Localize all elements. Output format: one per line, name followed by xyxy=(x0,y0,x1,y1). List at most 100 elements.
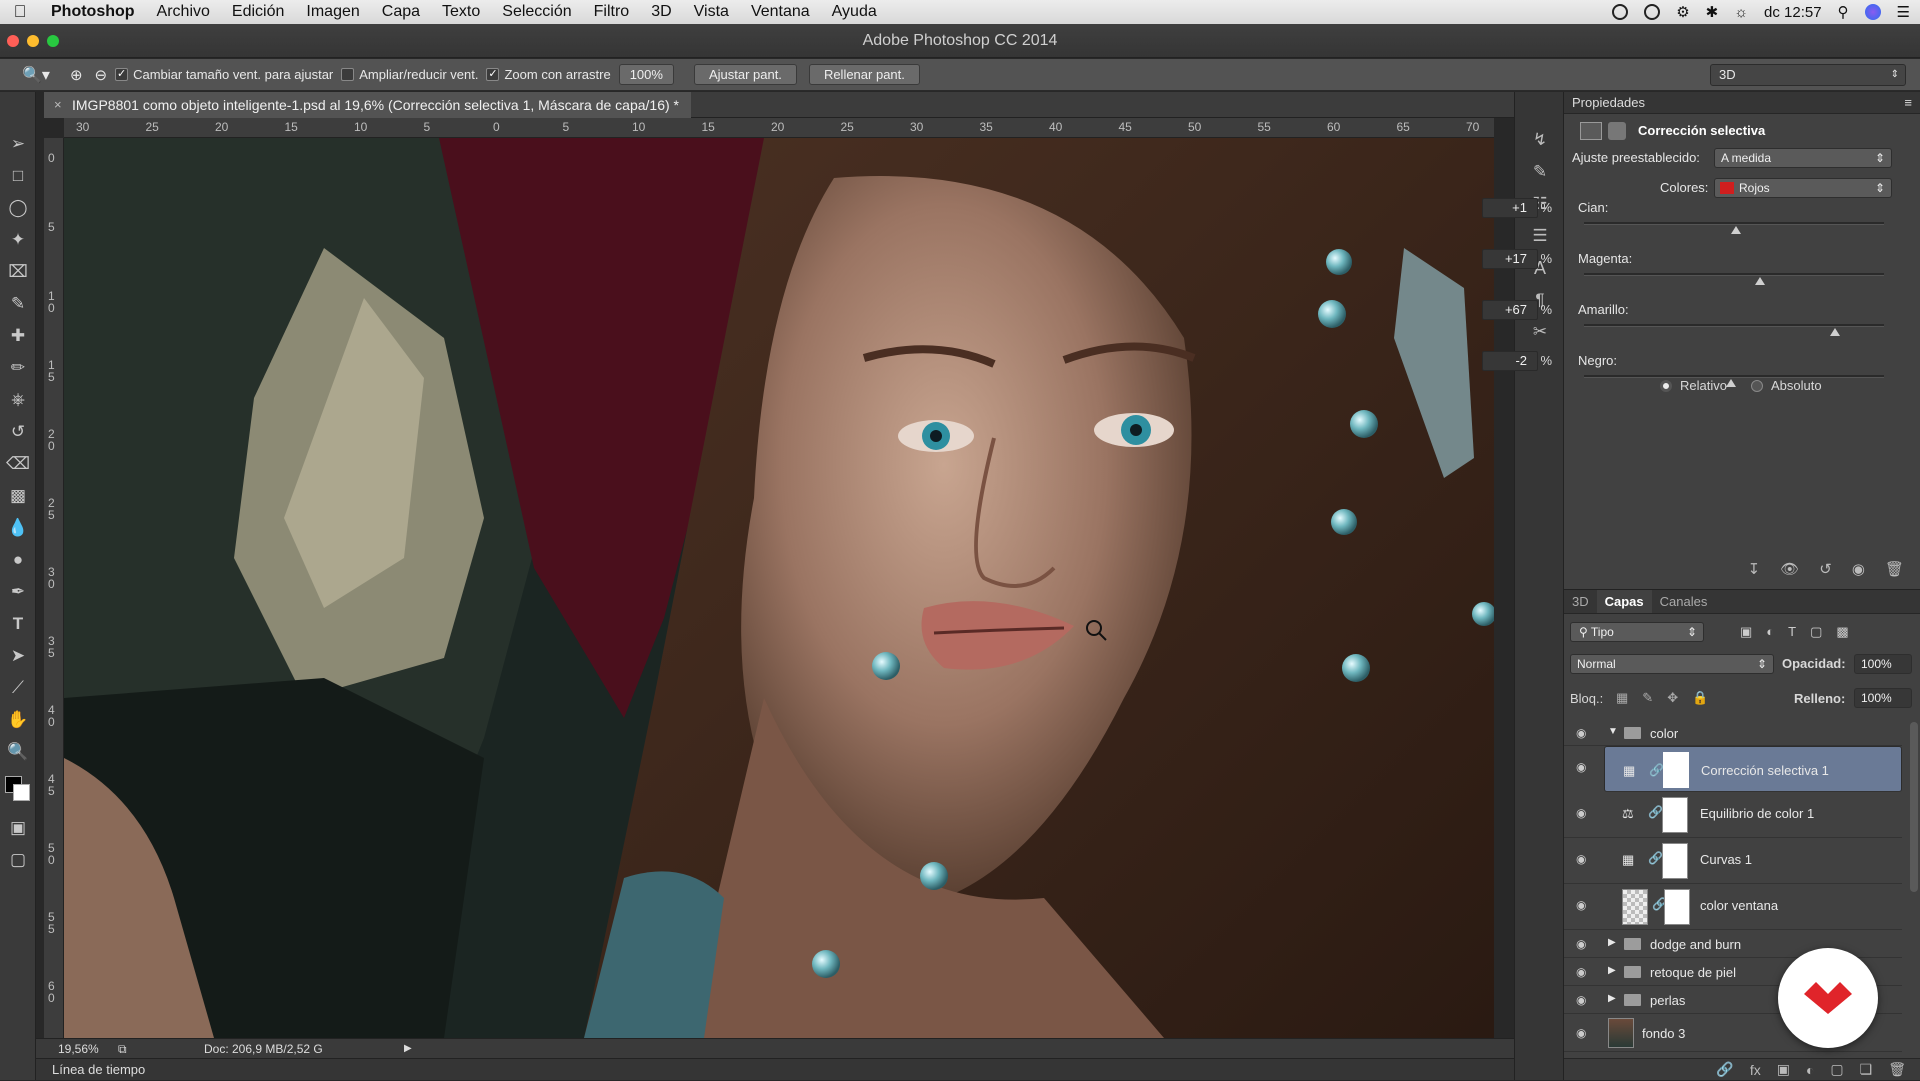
zoom-in-icon[interactable]: ⊕ xyxy=(70,66,83,84)
menu-3d[interactable]: 3D xyxy=(640,3,682,21)
slider-thumb[interactable] xyxy=(1730,226,1741,234)
smart-object-filter-icon[interactable]: ▩ xyxy=(1836,624,1848,640)
close-window-button[interactable] xyxy=(7,35,19,47)
dodge-tool-icon[interactable]: ● xyxy=(0,544,36,576)
eyedropper-tool-icon[interactable]: ✎ xyxy=(0,288,36,320)
delete-icon[interactable]: 🗑 xyxy=(1885,560,1904,578)
slider-thumb[interactable] xyxy=(1829,328,1840,336)
minimize-window-button[interactable] xyxy=(27,35,39,47)
menu-imagen[interactable]: Imagen xyxy=(295,3,370,21)
eye-icon[interactable]: ◉ xyxy=(1576,726,1586,740)
lock-position-icon[interactable]: ✥ xyxy=(1667,690,1678,706)
brush-tool-icon[interactable]: ✏ xyxy=(0,352,36,384)
brush-panel-icon[interactable]: ✎ xyxy=(1515,156,1565,188)
expand-arrow-icon[interactable]: ▼ xyxy=(1608,726,1618,737)
preset-select[interactable]: A medida ⇕ xyxy=(1714,148,1892,168)
lasso-tool-icon[interactable]: ◯ xyxy=(0,192,36,224)
menu-vista[interactable]: Vista xyxy=(683,3,740,21)
slider-value-input[interactable]: +67 xyxy=(1482,300,1538,320)
shape-filter-icon[interactable]: ▢ xyxy=(1810,624,1822,640)
zoom-all-checkbox[interactable] xyxy=(341,68,355,81)
relative-radio[interactable] xyxy=(1660,379,1672,392)
quick-selection-tool-icon[interactable]: ✦ xyxy=(0,224,36,256)
type-tool-icon[interactable]: T xyxy=(0,608,36,640)
layer-mask-thumbnail[interactable] xyxy=(1662,797,1688,833)
fit-screen-button[interactable]: Ajustar pant. xyxy=(693,64,797,85)
slider-thumb[interactable] xyxy=(1754,277,1765,285)
creative-cloud-icon[interactable] xyxy=(1644,4,1661,20)
new-layer-icon[interactable]: ❏ xyxy=(1860,1061,1873,1078)
adjustment-filter-icon[interactable]: ◐ xyxy=(1766,624,1774,640)
document-tab[interactable]: × IMGP8801 como objeto inteligente-1.psd… xyxy=(44,92,691,118)
menu-app[interactable]: Photoshop xyxy=(40,3,146,21)
status-menu-icon[interactable]: ▶ xyxy=(404,1039,412,1059)
path-selection-tool-icon[interactable]: ➤ xyxy=(0,640,36,672)
colors-select[interactable]: Rojos ⇕ xyxy=(1714,178,1892,198)
menu-ayuda[interactable]: Ayuda xyxy=(821,3,888,21)
menu-capa[interactable]: Capa xyxy=(371,3,431,21)
eye-icon[interactable]: ◉ xyxy=(1576,965,1586,979)
menu-archivo[interactable]: Archivo xyxy=(146,3,221,21)
gradient-tool-icon[interactable]: ▩ xyxy=(0,480,36,512)
new-adjustment-icon[interactable]: ◐ xyxy=(1806,1062,1814,1078)
layer-filter-select[interactable]: ⚲ Tipo ⇕ xyxy=(1570,622,1704,642)
link-icon[interactable]: 🔗 xyxy=(1648,805,1663,819)
add-mask-icon[interactable]: ▣ xyxy=(1777,1061,1790,1078)
apple-icon[interactable]:  xyxy=(0,2,40,22)
history-panel-icon[interactable]: ↯ xyxy=(1515,124,1565,156)
layer-style-icon[interactable]: fx xyxy=(1750,1062,1761,1078)
hand-tool-icon[interactable]: ✋ xyxy=(0,704,36,736)
reset-icon[interactable]: ↺ xyxy=(1819,560,1832,578)
blur-tool-icon[interactable]: 💧 xyxy=(0,512,36,544)
eye-icon[interactable]: ◉ xyxy=(1576,993,1586,1007)
mask-icon[interactable] xyxy=(1608,122,1626,140)
zoom-out-icon[interactable]: ⊖ xyxy=(95,66,108,84)
layer-mask-thumbnail[interactable] xyxy=(1662,843,1688,879)
expand-arrow-icon[interactable]: ▶ xyxy=(1608,993,1616,1004)
clone-stamp-tool-icon[interactable]: ⎈ xyxy=(0,384,36,416)
timeline-panel[interactable]: Línea de tiempo xyxy=(36,1058,1514,1080)
move-tool-icon[interactable]: ➢ xyxy=(0,128,36,160)
slider-track[interactable] xyxy=(1584,273,1884,285)
layer-thumbnail[interactable] xyxy=(1608,1018,1634,1048)
tools-icon[interactable]: ⚙ xyxy=(1676,3,1689,21)
layer-thumbnail[interactable] xyxy=(1622,889,1648,925)
layer-curvas[interactable]: ◉ ▦ 🔗 Curvas 1 xyxy=(1564,838,1902,884)
new-group-icon[interactable]: ▢ xyxy=(1830,1061,1843,1078)
layer-seleccion-selectiva[interactable]: ▦ 🔗 Corrección selectiva 1 xyxy=(1604,746,1902,792)
scrubby-zoom-checkbox[interactable]: ✓ xyxy=(486,68,500,81)
lock-all-icon[interactable]: 🔒 xyxy=(1692,690,1708,706)
type-filter-icon[interactable]: T xyxy=(1788,624,1796,640)
eye-icon[interactable]: ◉ xyxy=(1576,806,1586,820)
slider-track[interactable] xyxy=(1584,222,1884,234)
document-canvas[interactable] xyxy=(64,138,1494,1038)
eye-icon[interactable]: ◉ xyxy=(1576,852,1586,866)
layers-panel-icon[interactable]: ☰ xyxy=(1515,220,1565,252)
blend-mode-select[interactable]: Normal ⇕ xyxy=(1570,654,1774,674)
wifi-icon[interactable]: ☼ xyxy=(1734,4,1748,21)
delete-layer-icon[interactable]: 🗑 xyxy=(1888,1061,1906,1078)
workspace-select[interactable]: 3D ⇕ xyxy=(1710,64,1906,86)
history-brush-tool-icon[interactable]: ↺ xyxy=(0,416,36,448)
notifications-icon[interactable]: ☰ xyxy=(1897,3,1910,21)
layer-group-color[interactable]: ◉ ▼ color xyxy=(1564,720,1902,746)
expand-arrow-icon[interactable]: ▶ xyxy=(1608,937,1616,948)
link-icon[interactable]: 🔗 xyxy=(1648,851,1663,865)
background-color[interactable] xyxy=(13,784,30,801)
layer-equilibrio-color[interactable]: ◉ ⚖ 🔗 Equilibrio de color 1 xyxy=(1564,792,1902,838)
fill-input[interactable]: 100% xyxy=(1854,688,1912,708)
pen-tool-icon[interactable]: ✒ xyxy=(0,576,36,608)
clock[interactable]: dc 12:57 xyxy=(1764,4,1822,21)
menu-seleccion[interactable]: Selección xyxy=(491,3,582,21)
slider-value-input[interactable]: +17 xyxy=(1482,249,1538,269)
screen-mode-icon[interactable]: ▢ xyxy=(0,844,36,876)
bluetooth-icon[interactable]: ✱ xyxy=(1706,3,1719,21)
lock-pixels-icon[interactable]: ▦ xyxy=(1616,690,1628,706)
zoom-window-button[interactable] xyxy=(47,35,59,47)
eye-icon[interactable]: ◉ xyxy=(1576,937,1586,951)
record-icon[interactable] xyxy=(1612,4,1629,20)
crop-tool-icon[interactable]: ⌧ xyxy=(0,256,36,288)
menu-ventana[interactable]: Ventana xyxy=(740,3,821,21)
tab-canales[interactable]: Canales xyxy=(1652,590,1716,613)
layer-mask-thumbnail[interactable] xyxy=(1664,889,1690,925)
